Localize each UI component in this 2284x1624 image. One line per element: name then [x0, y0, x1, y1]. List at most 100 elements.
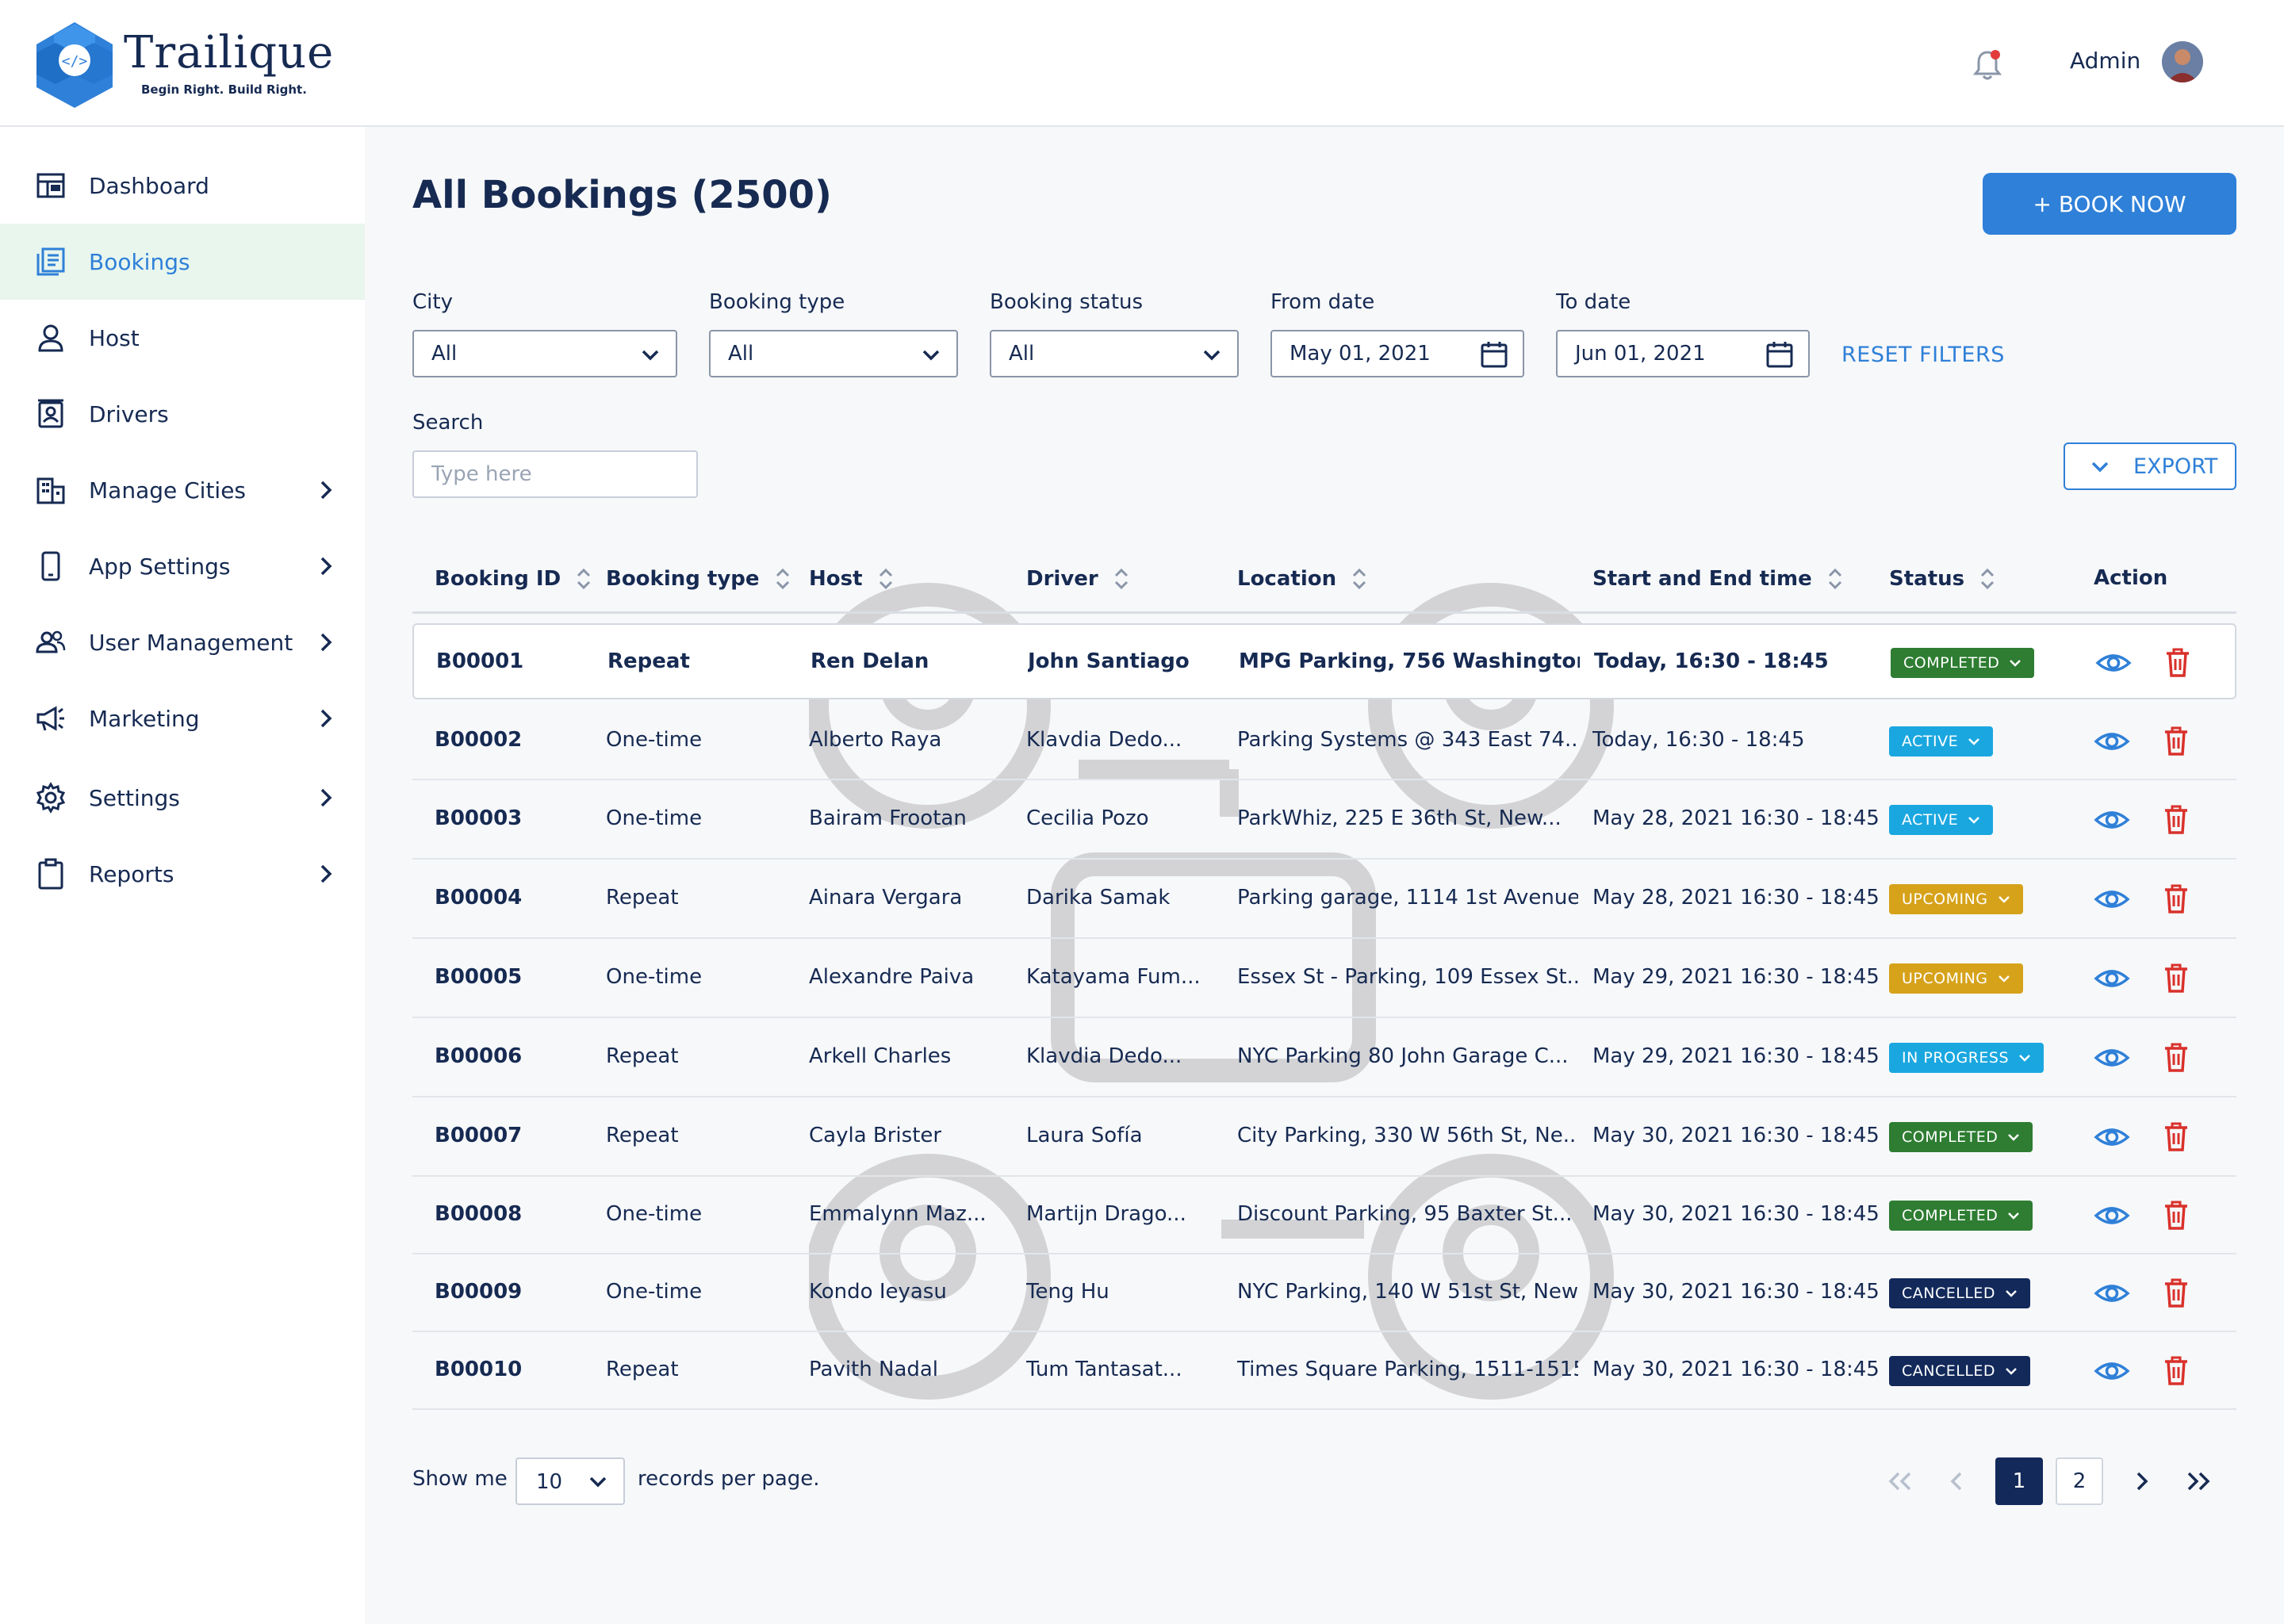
table-header-col-booking-id[interactable]: Booking ID [435, 566, 592, 592]
sidebar: Dashboard Bookings Host Drivers Manage C… [0, 127, 365, 1624]
table-header-col-time[interactable]: Start and End time [1592, 566, 1844, 592]
view-eye-icon[interactable] [2094, 1046, 2130, 1073]
status-badge[interactable]: ACTIVE [1889, 726, 1994, 756]
cell-id: B00001 [436, 649, 524, 673]
sidebar-item-user-management[interactable]: User Management [0, 604, 365, 680]
cell-location: Parking garage, 1114 1st Avenue... [1237, 886, 1578, 910]
previous-page-icon[interactable] [1933, 1457, 1981, 1505]
table-header-col-host[interactable]: Host [809, 566, 895, 592]
status-badge[interactable]: CANCELLED [1889, 1356, 2031, 1386]
sort-icon[interactable] [1113, 566, 1130, 592]
cell-type: Repeat [606, 1124, 679, 1147]
booking-status-select[interactable]: All [990, 330, 1239, 377]
sidebar-item-drivers[interactable]: Drivers [0, 376, 365, 452]
sidebar-item-dashboard[interactable]: Dashboard [0, 147, 365, 224]
cell-host: Pavith Nadal [809, 1358, 939, 1381]
last-page-icon[interactable] [2175, 1457, 2222, 1505]
view-eye-icon[interactable] [2094, 1204, 2130, 1231]
table-header-col-driver[interactable]: Driver [1026, 566, 1130, 592]
calendar-icon[interactable] [1480, 340, 1508, 372]
chevron-down-icon [587, 1473, 609, 1496]
delete-trash-icon[interactable] [2163, 805, 2189, 838]
table-row[interactable]: B00009 One-time Kondo Ieyasu Teng Hu NYC Par… [412, 1254, 2236, 1332]
sidebar-item-settings[interactable]: Settings [0, 760, 365, 836]
table-row[interactable]: B00002 One-time Alberto Raya Klavdia Dedo..… [412, 703, 2236, 780]
status-badge[interactable]: COMPLETED [1889, 1201, 2033, 1231]
sidebar-item-marketing[interactable]: Marketing [0, 680, 365, 756]
table-row[interactable]: B00007 Repeat Cayla Brister Laura Sofía City… [412, 1097, 2236, 1177]
view-eye-icon[interactable] [2094, 1359, 2130, 1386]
delete-trash-icon[interactable] [2163, 726, 2189, 760]
chevron-down-icon [1998, 974, 2010, 983]
status-badge[interactable]: UPCOMING [1889, 963, 2023, 994]
page-number-2[interactable]: 2 [2056, 1457, 2103, 1505]
delete-trash-icon[interactable] [2163, 1356, 2189, 1389]
sidebar-item-manage-cities[interactable]: Manage Cities [0, 452, 365, 528]
table-header-col-location[interactable]: Location [1237, 566, 1368, 592]
city-select[interactable]: All [412, 330, 677, 377]
table-header-col-booking-type[interactable]: Booking type [606, 566, 791, 592]
sidebar-item-host[interactable]: Host [0, 300, 365, 376]
table-row[interactable]: B00004 Repeat Ainara Vergara Darika Samak Pa… [412, 860, 2236, 939]
calendar-icon[interactable] [1765, 340, 1794, 372]
book-now-button[interactable]: + BOOK NOW [1983, 173, 2236, 235]
table-row[interactable]: B00008 One-time Emmalynn Maz... Martijn Dra… [412, 1177, 2236, 1254]
per-page-select[interactable]: 10 [515, 1457, 625, 1505]
status-badge[interactable]: COMPLETED [1891, 648, 2035, 678]
table-row[interactable]: B00010 Repeat Pavith Nadal Tum Tantasat... T… [412, 1332, 2236, 1410]
next-page-icon[interactable] [2117, 1457, 2165, 1505]
first-page-icon[interactable] [1876, 1457, 1924, 1505]
sidebar-item-reports[interactable]: Reports [0, 836, 365, 912]
sidebar-item-app-settings[interactable]: App Settings [0, 528, 365, 604]
export-button[interactable]: EXPORT [2064, 442, 2236, 490]
avatar[interactable] [2162, 41, 2203, 82]
search-input[interactable] [412, 450, 698, 498]
status-badge[interactable]: IN PROGRESS [1889, 1043, 2044, 1073]
chevron-right-icon [314, 786, 338, 810]
sidebar-item-label: App Settings [89, 553, 231, 580]
reset-filters-link[interactable]: RESET FILTERS [1841, 343, 2005, 367]
delete-trash-icon[interactable] [2163, 1043, 2189, 1076]
table-header-col-status[interactable]: Status [1889, 566, 1996, 592]
view-eye-icon[interactable] [2094, 967, 2130, 994]
view-eye-icon[interactable] [2094, 1125, 2130, 1152]
drivers-icon [32, 395, 70, 433]
chevron-right-icon [314, 707, 338, 730]
delete-trash-icon[interactable] [2163, 1201, 2189, 1234]
delete-trash-icon[interactable] [2163, 963, 2189, 997]
table-header-row: Booking ID Booking type Host Driver Location… [412, 547, 2236, 614]
delete-trash-icon[interactable] [2163, 884, 2189, 917]
cell-type: Repeat [606, 1358, 679, 1381]
view-eye-icon[interactable] [2094, 808, 2130, 835]
status-badge[interactable]: COMPLETED [1889, 1122, 2033, 1152]
table-row[interactable]: B00003 One-time Bairam Frootan Cecilia Pozo… [412, 780, 2236, 860]
user-name[interactable]: Admin [2070, 48, 2140, 74]
booking-type-select[interactable]: All [709, 330, 958, 377]
table-row[interactable]: B00005 One-time Alexandre Paiva Katayama Fu… [412, 939, 2236, 1018]
table-row[interactable]: B00006 Repeat Arkell Charles Klavdia Dedo..… [412, 1018, 2236, 1097]
cell-type: Repeat [606, 1044, 679, 1068]
sort-icon[interactable] [774, 566, 791, 592]
delete-trash-icon[interactable] [2163, 1122, 2189, 1155]
status-badge[interactable]: ACTIVE [1889, 805, 1994, 835]
table-row[interactable]: B00001 Repeat Ren Delan John Santiago MPG Pa… [412, 623, 2236, 699]
view-eye-icon[interactable] [2094, 730, 2130, 756]
delete-trash-icon[interactable] [2165, 648, 2190, 681]
delete-trash-icon[interactable] [2163, 1278, 2189, 1312]
view-eye-icon[interactable] [2094, 887, 2130, 914]
brand-logo[interactable]: </> Trailique Begin Right. Build Right. [30, 21, 333, 113]
sort-icon[interactable] [1826, 566, 1844, 592]
sort-icon[interactable] [1979, 566, 1996, 592]
to-date-picker[interactable]: Jun 01, 2021 [1556, 330, 1810, 377]
notification-bell-icon[interactable] [1968, 46, 2006, 87]
status-badge[interactable]: CANCELLED [1889, 1278, 2031, 1308]
sort-icon[interactable] [877, 566, 895, 592]
sort-icon[interactable] [1351, 566, 1368, 592]
sidebar-item-bookings[interactable]: Bookings [0, 224, 365, 300]
view-eye-icon[interactable] [2095, 651, 2132, 678]
view-eye-icon[interactable] [2094, 1281, 2130, 1308]
sort-icon[interactable] [575, 566, 592, 592]
status-badge[interactable]: UPCOMING [1889, 884, 2023, 914]
page-number-1[interactable]: 1 [1995, 1457, 2043, 1505]
from-date-picker[interactable]: May 01, 2021 [1270, 330, 1524, 377]
